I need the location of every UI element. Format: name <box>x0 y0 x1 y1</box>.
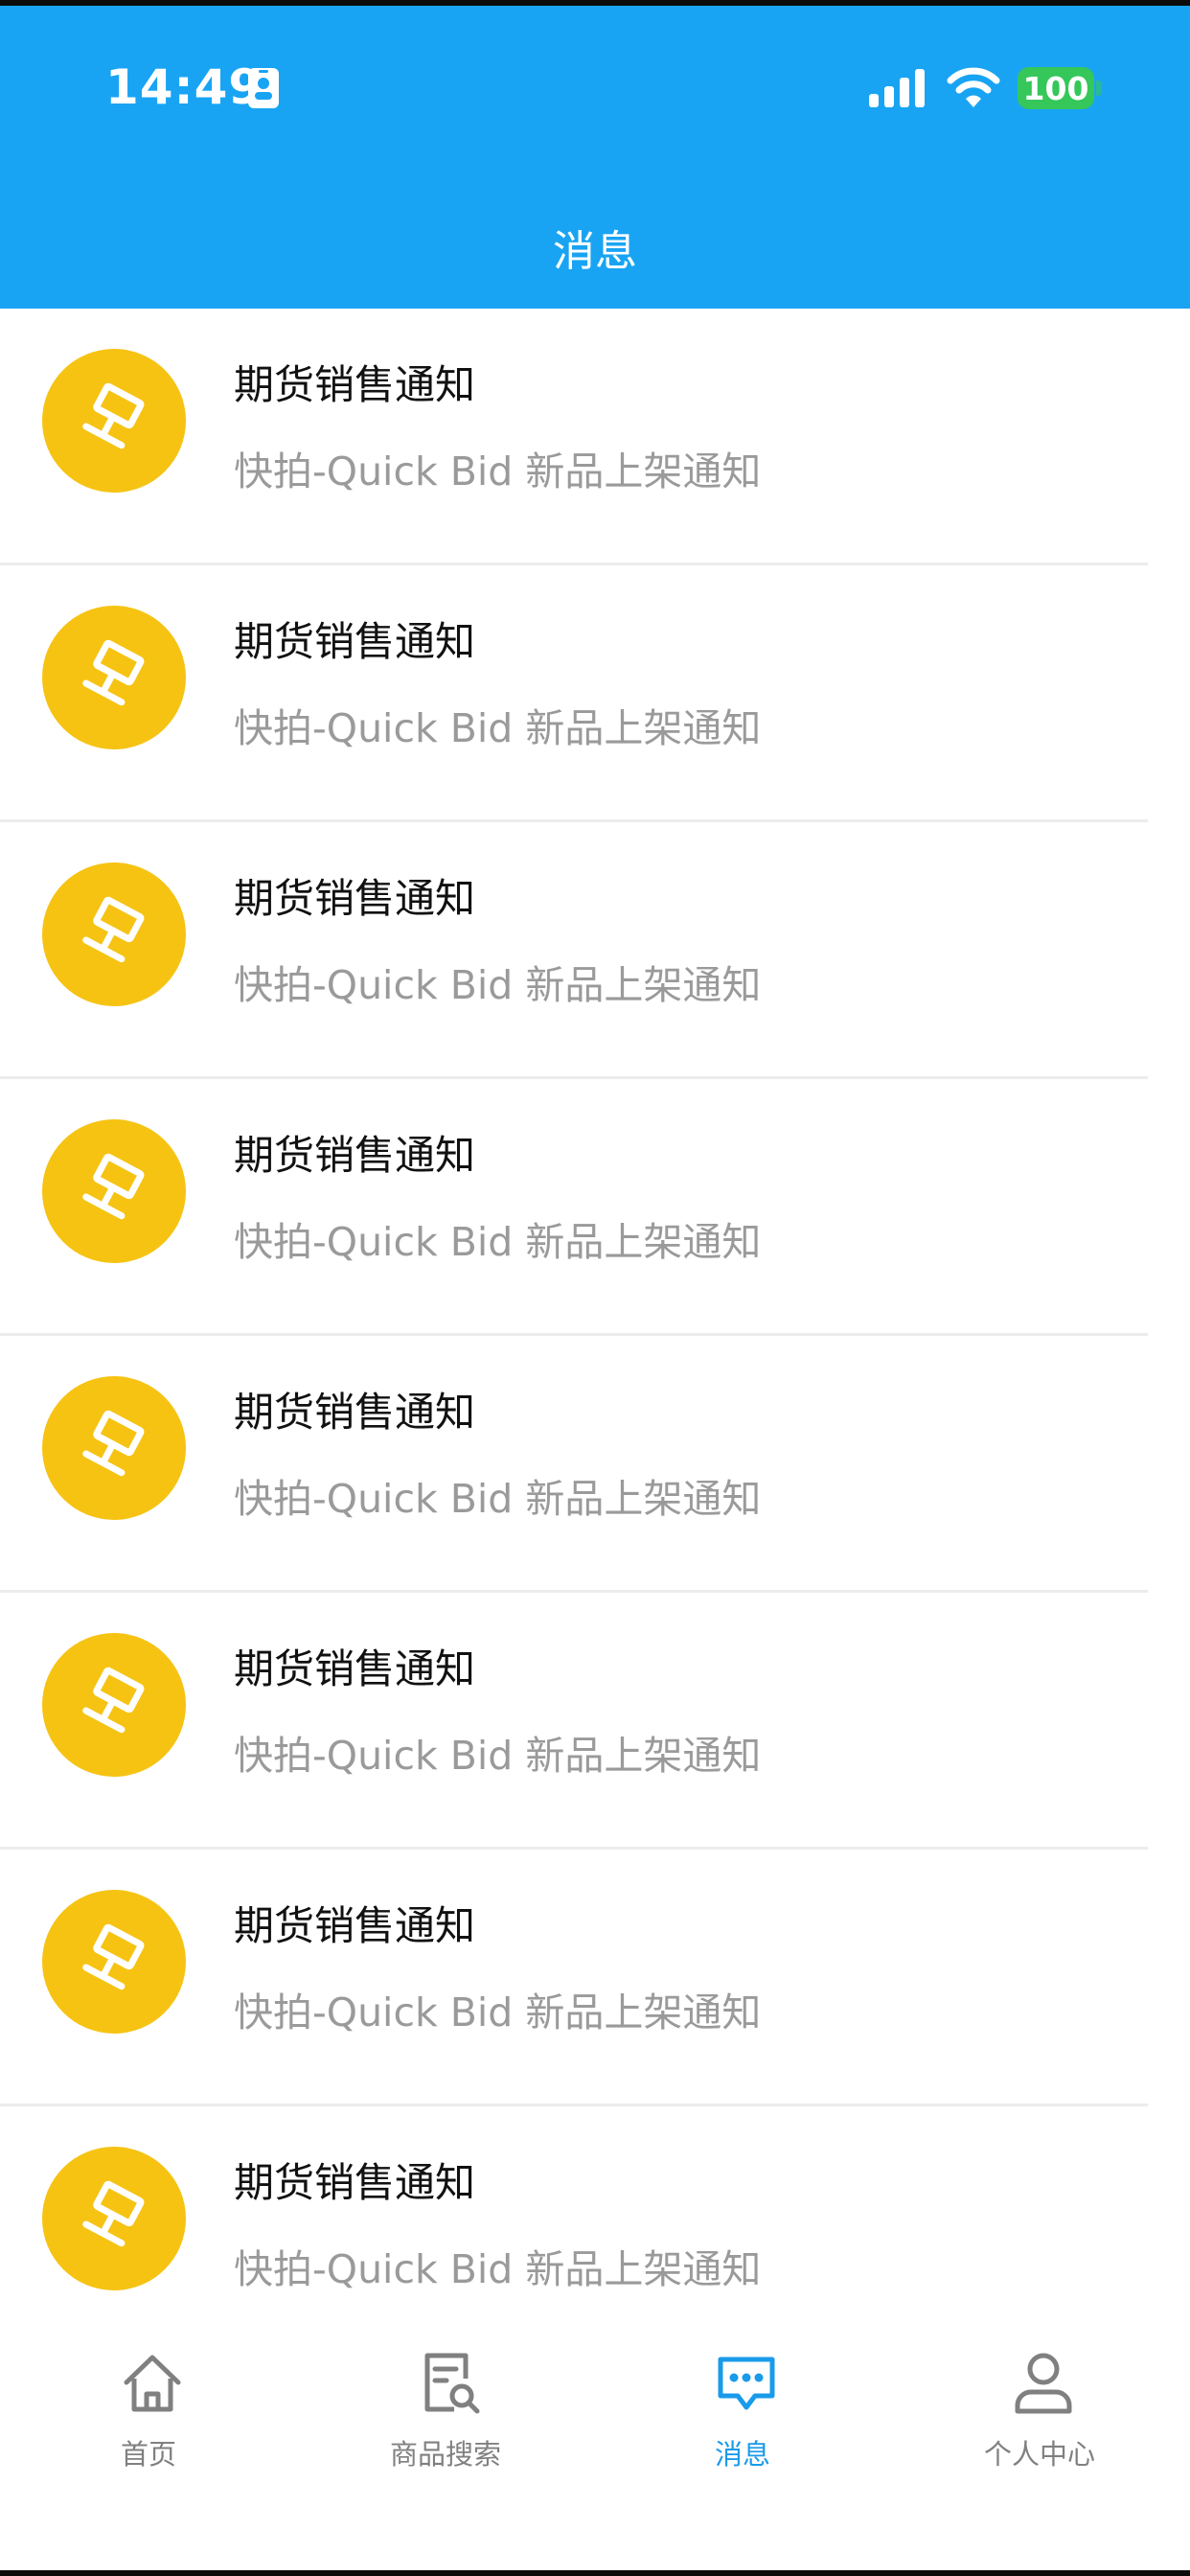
message-title: 期货销售通知 <box>234 875 476 922</box>
cellular-signal-icon <box>869 69 925 107</box>
message-avatar <box>42 862 186 1006</box>
gavel-icon <box>82 1667 145 1734</box>
message-list-item[interactable]: 期货销售通知快拍-Quick Bid 新品上架通知 <box>0 1850 1190 2106</box>
screen-top-edge <box>0 0 1190 6</box>
header-bar: 14:49 100 消息 <box>0 6 1190 309</box>
message-subtitle: 快拍-Quick Bid 新品上架通知 <box>234 1990 762 2036</box>
message-title: 期货销售通知 <box>234 1132 476 1179</box>
message-title: 期货销售通知 <box>234 361 476 408</box>
message-title: 期货销售通知 <box>234 1389 476 1436</box>
message-subtitle: 快拍-Quick Bid 新品上架通知 <box>234 962 762 1008</box>
message-subtitle: 快拍-Quick Bid 新品上架通知 <box>234 1219 762 1265</box>
tab-bar: 首页 商品搜索 消息 个人中心 <box>0 2325 1190 2570</box>
message-title: 期货销售通知 <box>234 1645 476 1692</box>
status-bar: 14:49 100 <box>0 6 1190 169</box>
app-screen: 14:49 100 消息 期货销售通知 快拍-Quick Bid 新品上架通知 … <box>0 0 1190 2576</box>
message-subtitle: 快拍-Quick Bid 新品上架通知 <box>234 1476 762 1522</box>
battery-tip <box>1096 80 1102 96</box>
message-list-item[interactable]: 期货销售通知快拍-Quick Bid 新品上架通知 <box>0 565 1190 822</box>
message-list-item[interactable]: 期货销售通知快拍-Quick Bid 新品上架通知 <box>0 822 1190 1079</box>
id-card-icon <box>248 68 279 108</box>
message-subtitle: 快拍-Quick Bid 新品上架通知 <box>234 2246 762 2292</box>
message-title: 期货销售通知 <box>234 1902 476 1949</box>
message-title: 期货销售通知 <box>234 2159 476 2206</box>
message-list-item[interactable]: 期货销售通知快拍-Quick Bid 新品上架通知 <box>0 1593 1190 1850</box>
gavel-icon <box>82 1153 145 1220</box>
gavel-icon <box>82 2180 145 2247</box>
message-avatar <box>42 1633 186 1777</box>
tab-product-search[interactable]: 商品搜索 <box>297 2325 594 2507</box>
gavel-icon <box>82 896 145 963</box>
product-search-icon <box>424 2353 480 2414</box>
gavel-icon <box>82 1923 145 1990</box>
message-list[interactable]: 期货销售通知 快拍-Quick Bid 新品上架通知 期货销售通知 快拍-Quick … <box>0 309 1190 2325</box>
message-list-item[interactable]: 期货销售通知快拍-Quick Bid 新品上架通知 <box>0 1336 1190 1593</box>
battery-icon: 100 <box>1018 67 1102 109</box>
tab-label: 商品搜索 <box>389 2438 501 2471</box>
user-icon <box>1015 2353 1072 2414</box>
message-avatar <box>42 1376 186 1520</box>
message-avatar <box>42 1119 186 1263</box>
message-subtitle: 快拍-Quick Bid 新品上架通知 <box>234 705 762 751</box>
gavel-icon <box>82 1410 145 1477</box>
message-list-item[interactable]: 期货销售通知快拍-Quick Bid 新品上架通知 <box>0 1079 1190 1336</box>
message-list-item[interactable]: 期货销售通知快拍-Quick Bid 新品上架通知 <box>0 309 1190 565</box>
message-avatar <box>42 2147 186 2290</box>
gavel-icon <box>82 639 145 706</box>
tab-user[interactable]: 个人中心 <box>891 2325 1188 2507</box>
gavel-icon <box>82 382 145 449</box>
tab-home[interactable]: 首页 <box>0 2325 297 2507</box>
status-time: 14:49 <box>105 59 263 115</box>
tab-label: 个人中心 <box>983 2438 1095 2471</box>
message-list-item[interactable]: 期货销售通知快拍-Quick Bid 新品上架通知 <box>0 2106 1190 2325</box>
message-title: 期货销售通知 <box>234 618 476 665</box>
message-icon <box>718 2357 775 2410</box>
tab-label: 消息 <box>714 2438 770 2471</box>
message-subtitle: 快拍-Quick Bid 新品上架通知 <box>234 448 762 494</box>
message-subtitle: 快拍-Quick Bid 新品上架通知 <box>234 1733 762 1779</box>
page-title: 消息 <box>553 227 637 276</box>
message-avatar <box>42 606 186 749</box>
screen-bottom-edge <box>0 2570 1190 2576</box>
message-avatar <box>42 1890 186 2034</box>
battery-level: 100 <box>1018 67 1094 109</box>
tab-label: 首页 <box>120 2438 176 2471</box>
tab-message[interactable]: 消息 <box>594 2325 891 2507</box>
message-avatar <box>42 349 186 493</box>
wifi-icon <box>947 67 1000 107</box>
home-icon <box>124 2355 181 2412</box>
